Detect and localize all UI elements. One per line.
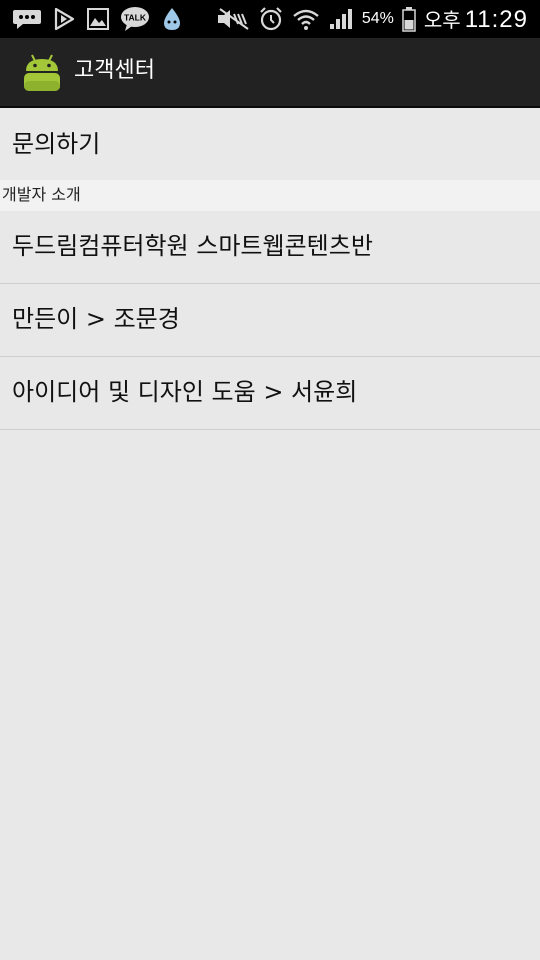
list-item-label: 아이디어 및 디자인 도움 > 서윤희: [12, 378, 358, 406]
list-item-academy[interactable]: 두드림컴퓨터학원 스마트웹콘텐츠반: [0, 211, 540, 284]
wifi-icon: [292, 7, 320, 31]
inquiry-item[interactable]: 문의하기: [0, 108, 540, 180]
action-bar: 고객센터: [0, 38, 540, 108]
notification-icons: TALK: [12, 0, 184, 38]
page-title: 고객센터: [74, 58, 155, 83]
section-header-label: 개발자 소개: [2, 185, 81, 204]
mute-icon: [216, 7, 250, 31]
signal-icon: [328, 7, 354, 31]
list-item-label: 두드림컴퓨터학원 스마트웹콘텐츠반: [12, 232, 373, 260]
water-drop-icon: [160, 6, 184, 32]
alarm-icon: [258, 6, 284, 32]
clock-time: 11:29: [464, 6, 528, 33]
kakaotalk-icon: TALK: [120, 6, 150, 32]
list-item-label: 만든이 > 조문경: [12, 305, 180, 333]
list-item-maker[interactable]: 만든이 > 조문경: [0, 284, 540, 357]
status-bar: TALK 54% 오후 11:29: [0, 0, 540, 38]
svg-text:TALK: TALK: [124, 13, 147, 23]
list-item-design-help[interactable]: 아이디어 및 디자인 도움 > 서윤희: [0, 357, 540, 430]
play-store-icon: [52, 7, 76, 31]
section-header-developer-intro: 개발자 소개: [0, 180, 540, 211]
system-status: 54% 오후 11:29: [216, 0, 528, 38]
message-icon: [12, 7, 42, 31]
battery-icon: [402, 6, 416, 32]
inquiry-label: 문의하기: [12, 130, 101, 158]
clock-ampm: 오후: [423, 8, 461, 32]
gallery-icon: [86, 7, 110, 31]
clock: 오후 11:29: [424, 4, 528, 34]
battery-percent: 54%: [361, 10, 394, 27]
android-app-icon[interactable]: [20, 51, 64, 99]
